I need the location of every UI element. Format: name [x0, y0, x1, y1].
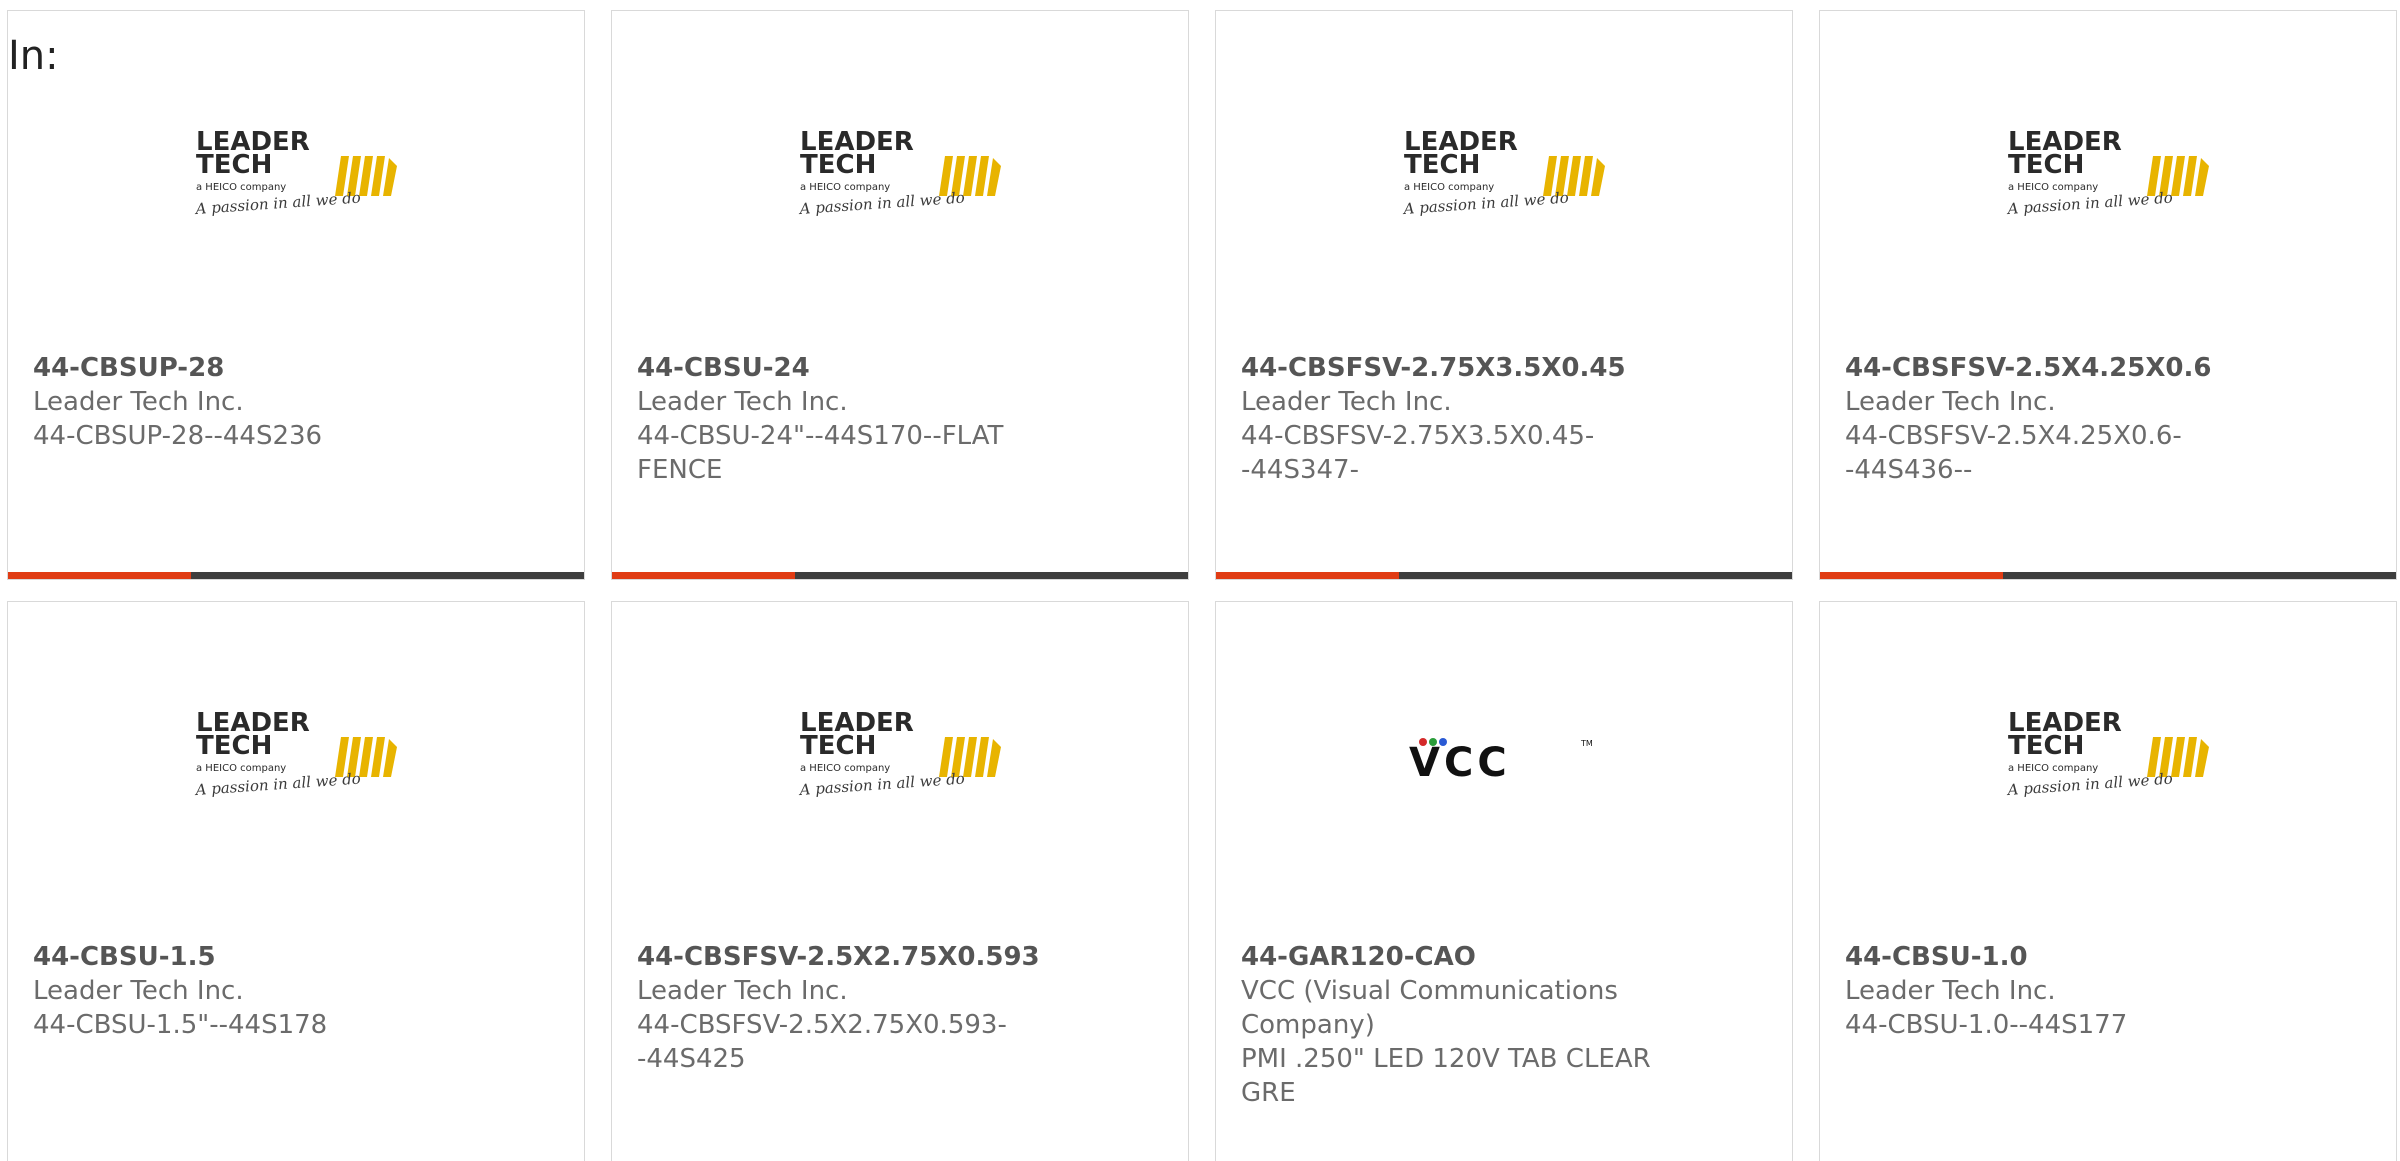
leader-tech-logo: LEADER TECH a HEICO company A passion in…: [2005, 127, 2209, 218]
svg-text:TECH: TECH: [196, 150, 272, 180]
part-number[interactable]: 44-CBSU-1.5: [33, 940, 443, 974]
product-info: 44-GAR120-CAO VCC (Visual Communications…: [1241, 940, 1651, 1110]
product-description: 44-CBSFSV-2.5X4.25X0.6--44S436--: [1845, 421, 2182, 485]
product-description: 44-CBSU-24"--44S170--FLAT FENCE: [637, 421, 1004, 485]
part-number[interactable]: 44-GAR120-CAO: [1241, 940, 1651, 974]
leader-tech-logo: LEADER TECH a HEICO company A passion in…: [797, 127, 1001, 218]
part-number[interactable]: 44-CBSFSV-2.75X3.5X0.45: [1241, 351, 1651, 385]
manufacturer-logo: LEADER TECH a HEICO company A passion in…: [612, 121, 1188, 231]
product-description: 44-CBSUP-28--44S236: [33, 421, 323, 451]
card-bottom-bar: [612, 572, 1188, 579]
manufacturer-logo: LEADER TECH a HEICO company A passion in…: [8, 702, 584, 812]
manufacturer-name: Leader Tech Inc.: [637, 976, 848, 1006]
manufacturer-logo: LEADER TECH a HEICO company A passion in…: [1820, 121, 2396, 231]
product-card[interactable]: VCC TM 44-GAR120-CAO VCC (Visual Communi…: [1215, 601, 1793, 1161]
leader-tech-logo: LEADER TECH a HEICO company A passion in…: [193, 127, 397, 218]
product-info: 44-CBSU-1.5 Leader Tech Inc. 44-CBSU-1.5…: [33, 940, 443, 1042]
manufacturer-logo: LEADER TECH a HEICO company A passion in…: [1820, 702, 2396, 812]
accent-bar: [612, 572, 795, 579]
svg-text:a HEICO company: a HEICO company: [800, 182, 890, 193]
card-bottom-bar: [1216, 572, 1792, 579]
manufacturer-name: Leader Tech Inc.: [1241, 387, 1452, 417]
svg-text:a HEICO company: a HEICO company: [196, 763, 286, 774]
accent-bar: [1820, 572, 2003, 579]
product-description: 44-CBSU-1.5"--44S178: [33, 1010, 328, 1040]
svg-text:a HEICO company: a HEICO company: [1404, 182, 1494, 193]
manufacturer-name: Leader Tech Inc.: [33, 976, 244, 1006]
product-info: 44-CBSFSV-2.5X4.25X0.6 Leader Tech Inc. …: [1845, 351, 2255, 487]
svg-text:TECH: TECH: [196, 731, 272, 761]
product-info: 44-CBSFSV-2.5X2.75X0.593 Leader Tech Inc…: [637, 940, 1047, 1076]
part-number[interactable]: 44-CBSUP-28: [33, 351, 443, 385]
vcc-logo: VCC TM: [1409, 738, 1593, 782]
svg-text:TECH: TECH: [2008, 731, 2084, 761]
product-grid: LEADER TECH a HEICO company A passion in…: [0, 0, 2400, 1161]
manufacturer-logo: LEADER TECH a HEICO company A passion in…: [612, 702, 1188, 812]
leader-tech-logo: LEADER TECH a HEICO company A passion in…: [797, 708, 1001, 799]
svg-text:TECH: TECH: [800, 150, 876, 180]
product-description: 44-CBSFSV-2.5X2.75X0.593--44S425: [637, 1010, 1007, 1074]
svg-text:a HEICO company: a HEICO company: [800, 763, 890, 774]
leader-tech-logo: LEADER TECH a HEICO company A passion in…: [1401, 127, 1605, 218]
product-description: 44-CBSFSV-2.75X3.5X0.45--44S347-: [1241, 421, 1595, 485]
product-card[interactable]: LEADER TECH a HEICO company A passion in…: [7, 601, 585, 1161]
svg-text:VCC: VCC: [1409, 740, 1511, 782]
manufacturer-logo: LEADER TECH a HEICO company A passion in…: [1216, 121, 1792, 231]
part-number[interactable]: 44-CBSU-1.0: [1845, 940, 2255, 974]
svg-text:a HEICO company: a HEICO company: [196, 182, 286, 193]
manufacturer-name: Leader Tech Inc.: [637, 387, 848, 417]
accent-bar: [1216, 572, 1399, 579]
part-number[interactable]: 44-CBSFSV-2.5X4.25X0.6: [1845, 351, 2255, 385]
svg-text:TECH: TECH: [1404, 150, 1480, 180]
manufacturer-name: Leader Tech Inc.: [1845, 976, 2056, 1006]
manufacturer-logo: LEADER TECH a HEICO company A passion in…: [8, 121, 584, 231]
accent-bar: [8, 572, 191, 579]
manufacturer-name: Leader Tech Inc.: [33, 387, 244, 417]
manufacturer-name: Leader Tech Inc.: [1845, 387, 2056, 417]
product-description: PMI .250" LED 120V TAB CLEAR GRE: [1241, 1044, 1651, 1108]
product-card[interactable]: LEADER TECH a HEICO company A passion in…: [1819, 10, 2397, 580]
product-card[interactable]: LEADER TECH a HEICO company A passion in…: [611, 601, 1189, 1161]
manufacturer-name: VCC (Visual Communications Company): [1241, 976, 1618, 1040]
product-info: 44-CBSUP-28 Leader Tech Inc. 44-CBSUP-28…: [33, 351, 443, 453]
product-card[interactable]: LEADER TECH a HEICO company A passion in…: [611, 10, 1189, 580]
leader-tech-logo: LEADER TECH a HEICO company A passion in…: [193, 708, 397, 799]
product-info: 44-CBSFSV-2.75X3.5X0.45 Leader Tech Inc.…: [1241, 351, 1651, 487]
product-card[interactable]: LEADER TECH a HEICO company A passion in…: [7, 10, 585, 580]
product-description: 44-CBSU-1.0--44S177: [1845, 1010, 2128, 1040]
product-results-page: In: LEADER TECH a HEICO company A passio…: [0, 0, 2400, 1161]
product-card[interactable]: LEADER TECH a HEICO company A passion in…: [1215, 10, 1793, 580]
part-number[interactable]: 44-CBSFSV-2.5X2.75X0.593: [637, 940, 1047, 974]
svg-text:TECH: TECH: [800, 731, 876, 761]
card-bottom-bar: [8, 572, 584, 579]
svg-text:a HEICO company: a HEICO company: [2008, 182, 2098, 193]
part-number[interactable]: 44-CBSU-24: [637, 351, 1047, 385]
svg-text:TM: TM: [1580, 739, 1593, 748]
svg-text:a HEICO company: a HEICO company: [2008, 763, 2098, 774]
svg-text:TECH: TECH: [2008, 150, 2084, 180]
card-bottom-bar: [1820, 572, 2396, 579]
product-info: 44-CBSU-1.0 Leader Tech Inc. 44-CBSU-1.0…: [1845, 940, 2255, 1042]
product-card[interactable]: LEADER TECH a HEICO company A passion in…: [1819, 601, 2397, 1161]
leader-tech-logo: LEADER TECH a HEICO company A passion in…: [2005, 708, 2209, 799]
product-info: 44-CBSU-24 Leader Tech Inc. 44-CBSU-24"-…: [637, 351, 1047, 487]
manufacturer-logo: VCC TM: [1216, 702, 1792, 812]
in-label: In:: [8, 33, 59, 79]
